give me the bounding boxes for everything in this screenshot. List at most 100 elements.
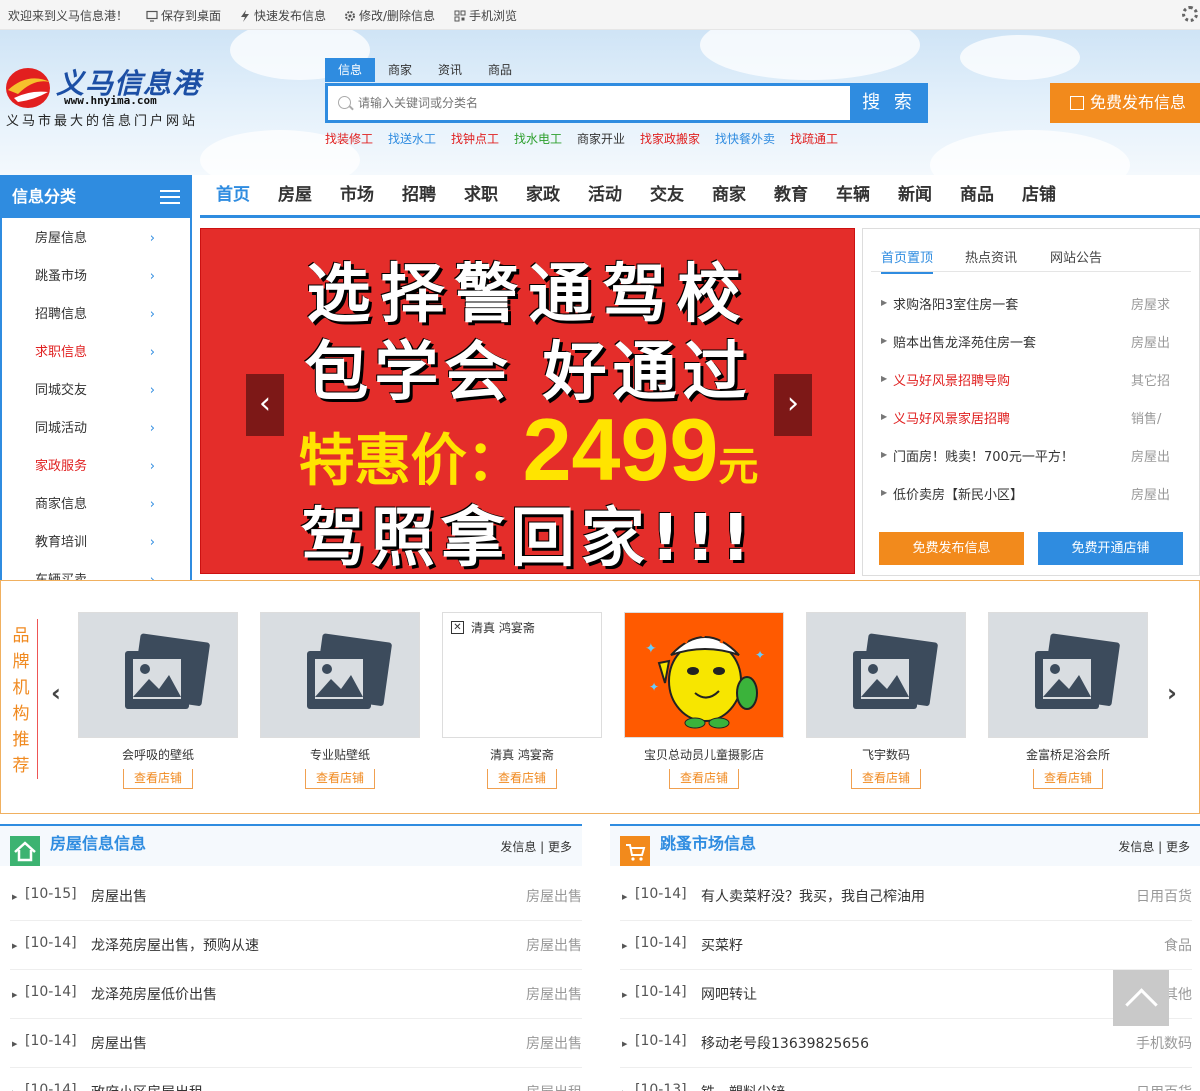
info-list-item[interactable]: ▶ 门面房！贱卖！700元一平方！ 房屋出 xyxy=(881,446,1193,466)
brand-card-image[interactable] xyxy=(78,612,238,738)
list-item[interactable]: ▶ [10-14] 网吧转让 其他 xyxy=(620,970,1192,1019)
nav-item[interactable]: 招聘 xyxy=(402,175,436,215)
nav-item[interactable]: 活动 xyxy=(588,175,622,215)
sidebar-item[interactable]: 跳蚤市场 › xyxy=(35,258,165,296)
brand-card[interactable]: 金富桥足浴会所 查看店铺 xyxy=(988,612,1148,789)
sidebar-item[interactable]: 家政服务 › xyxy=(35,448,165,486)
nav-item[interactable]: 新闻 xyxy=(898,175,932,215)
brand-prev-button[interactable]: ‹ xyxy=(51,679,61,707)
sidebar-item[interactable]: 同城活动 › xyxy=(35,410,165,448)
brand-card-image[interactable] xyxy=(988,612,1148,738)
view-shop-button[interactable]: 查看店铺 xyxy=(487,769,557,789)
nav-item[interactable]: 首页 xyxy=(216,175,250,215)
quick-link[interactable]: 商家开业 xyxy=(577,130,625,147)
list-item[interactable]: ▶ [10-15] 房屋出售 房屋出售 xyxy=(10,872,582,921)
sidebar-item[interactable]: 招聘信息 › xyxy=(35,296,165,334)
sidebar-item[interactable]: 房屋信息 › xyxy=(35,220,165,258)
list-item-category[interactable]: 手机数码 xyxy=(1136,1033,1192,1053)
nav-item[interactable]: 车辆 xyxy=(836,175,870,215)
brand-card-name[interactable]: 清真 鸿宴斋 xyxy=(442,746,602,763)
nav-item[interactable]: 商品 xyxy=(960,175,994,215)
info-list-item[interactable]: ▶ 义马好风景招聘导购 其它招 xyxy=(881,370,1193,390)
brand-card-name[interactable]: 会呼吸的壁纸 xyxy=(78,746,238,763)
brand-card-name[interactable]: 宝贝总动员儿童摄影店 xyxy=(624,746,784,763)
list-item[interactable]: ▶ [10-14] 移动老号段13639825656 手机数码 xyxy=(620,1019,1192,1068)
save-desktop-link[interactable]: 保存到桌面 xyxy=(146,7,221,24)
quick-publish-link[interactable]: 快速发布信息 xyxy=(239,7,326,24)
view-shop-button[interactable]: 查看店铺 xyxy=(1033,769,1103,789)
list-item-category[interactable]: 房屋出租 xyxy=(526,1082,582,1091)
list-item-title[interactable]: 铁、塑料尖铲 xyxy=(701,1082,785,1091)
list-item-category[interactable]: 房屋出售 xyxy=(526,935,582,955)
brand-card[interactable]: 会呼吸的壁纸 查看店铺 xyxy=(78,612,238,789)
banner-carousel[interactable]: 选择警通驾校 包学会 好通过 特惠价：2499元 驾照拿回家!!! ‹ › xyxy=(200,228,855,574)
edit-delete-link[interactable]: 修改/删除信息 xyxy=(344,7,435,24)
brand-card[interactable]: ✕ 清真 鸿宴斋清真 鸿宴斋 查看店铺 xyxy=(442,612,602,789)
nav-item[interactable]: 店铺 xyxy=(1022,175,1056,215)
quick-link[interactable]: 找疏通工 xyxy=(790,130,838,147)
mobile-link[interactable]: 手机浏览 xyxy=(454,7,517,24)
list-item-title[interactable]: 房屋出售 xyxy=(91,1033,147,1053)
free-publish-button[interactable]: 免费发布信息 xyxy=(879,532,1024,565)
back-to-top-button[interactable] xyxy=(1113,970,1169,1026)
list-item[interactable]: ▶ [10-14] 龙泽苑房屋出售，预购从速 房屋出售 xyxy=(10,921,582,970)
info-list-item[interactable]: ▶ 义马好风景家居招聘 销售/ xyxy=(881,408,1193,428)
list-item-category[interactable]: 日用百货 xyxy=(1136,886,1192,906)
quick-link[interactable]: 找钟点工 xyxy=(451,130,499,147)
nav-item[interactable]: 市场 xyxy=(340,175,374,215)
list-item[interactable]: ▶[10-14]政府小区房屋出租房屋出租 xyxy=(10,1068,582,1091)
tab-top-posts[interactable]: 首页置顶 xyxy=(881,247,934,274)
brand-card-image[interactable] xyxy=(806,612,966,738)
house-more-link[interactable]: 发信息 | 更多 xyxy=(500,838,572,855)
list-item-title[interactable]: 买菜籽 xyxy=(701,935,743,955)
brand-card-name[interactable]: 飞宇数码 xyxy=(806,746,966,763)
list-item-title[interactable]: 移动老号段13639825656 xyxy=(701,1033,869,1053)
brand-next-button[interactable]: › xyxy=(1167,679,1177,707)
menu-icon[interactable] xyxy=(160,190,180,204)
banner-prev-button[interactable]: ‹ xyxy=(246,374,284,436)
banner-next-button[interactable]: › xyxy=(774,374,812,436)
list-item[interactable]: ▶ [10-14] 有人卖菜籽没？我买，我自己榨油用 日用百货 xyxy=(620,872,1192,921)
search-tab-merchant[interactable]: 商家 xyxy=(375,58,425,82)
info-list-item[interactable]: ▶ 赔本出售龙泽苑住房一套 房屋出 xyxy=(881,332,1193,352)
brand-card-name[interactable]: 金富桥足浴会所 xyxy=(988,746,1148,763)
list-item-title[interactable]: 房屋出售 xyxy=(91,886,147,906)
quick-link[interactable]: 找快餐外卖 xyxy=(715,130,775,147)
nav-item[interactable]: 家政 xyxy=(526,175,560,215)
list-item-title[interactable]: 龙泽苑房屋低价出售 xyxy=(91,984,217,1004)
publish-button[interactable]: 免费发布信息 xyxy=(1050,83,1200,123)
list-item[interactable]: ▶ [10-14] 房屋出售 房屋出售 xyxy=(10,1019,582,1068)
sidebar-item[interactable]: 求职信息 › xyxy=(35,334,165,372)
list-item[interactable]: ▶[10-13]铁、塑料尖铲日用百货 xyxy=(620,1068,1192,1091)
view-shop-button[interactable]: 查看店铺 xyxy=(305,769,375,789)
nav-item[interactable]: 教育 xyxy=(774,175,808,215)
brand-card[interactable]: ✦ ✦ ✦ 宝贝总动员儿童摄影店 查看店铺 xyxy=(624,612,784,789)
open-shop-button[interactable]: 免费开通店铺 xyxy=(1038,532,1183,565)
sidebar-item[interactable]: 商家信息 › xyxy=(35,486,165,524)
quick-link[interactable]: 找家政搬家 xyxy=(640,130,700,147)
nav-item[interactable]: 房屋 xyxy=(278,175,312,215)
list-item-category[interactable]: 房屋出售 xyxy=(526,1033,582,1053)
list-item-category[interactable]: 房屋出售 xyxy=(526,886,582,906)
search-tab-goods[interactable]: 商品 xyxy=(475,58,525,82)
search-tab-news[interactable]: 资讯 xyxy=(425,58,475,82)
quick-link[interactable]: 找水电工 xyxy=(514,130,562,147)
search-input[interactable] xyxy=(358,86,838,120)
brand-card-name[interactable]: 专业贴壁纸 xyxy=(260,746,420,763)
tab-hot-news[interactable]: 热点资讯 xyxy=(965,247,1017,272)
list-item[interactable]: ▶ [10-14] 龙泽苑房屋低价出售 房屋出售 xyxy=(10,970,582,1019)
search-tab-info[interactable]: 信息 xyxy=(325,58,375,82)
list-item-title[interactable]: 龙泽苑房屋出售，预购从速 xyxy=(91,935,259,955)
list-item-title[interactable]: 有人卖菜籽没？我买，我自己榨油用 xyxy=(701,886,925,906)
search-button[interactable]: 搜 索 xyxy=(850,86,928,120)
list-item-title[interactable]: 网吧转让 xyxy=(701,984,757,1004)
list-item-category[interactable]: 日用百货 xyxy=(1136,1082,1192,1091)
brand-card[interactable]: 飞宇数码 查看店铺 xyxy=(806,612,966,789)
list-item-category[interactable]: 房屋出售 xyxy=(526,984,582,1004)
quick-link[interactable]: 找送水工 xyxy=(388,130,436,147)
nav-item[interactable]: 交友 xyxy=(650,175,684,215)
brand-card-image[interactable]: ✦ ✦ ✦ xyxy=(624,612,784,738)
brand-card-image[interactable]: ✕ 清真 鸿宴斋 xyxy=(442,612,602,738)
view-shop-button[interactable]: 查看店铺 xyxy=(669,769,739,789)
nav-item[interactable]: 求职 xyxy=(464,175,498,215)
